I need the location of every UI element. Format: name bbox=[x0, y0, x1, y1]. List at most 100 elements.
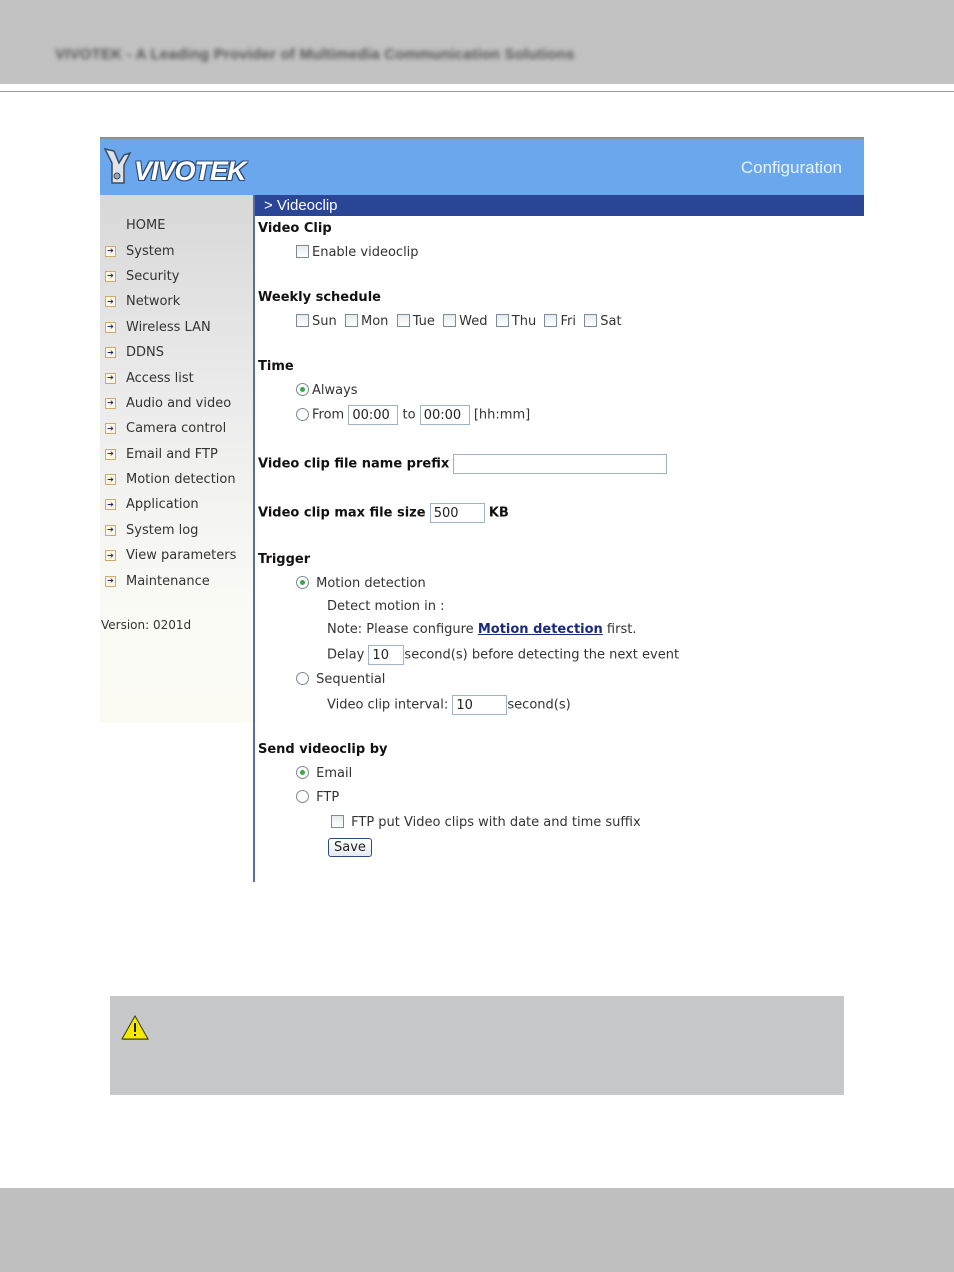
time-always-label: Always bbox=[312, 383, 358, 398]
document-tagline: VIVOTEK - A Leading Provider of Multimed… bbox=[55, 46, 575, 63]
caution-note-box bbox=[110, 996, 844, 1095]
send-by-heading: Send videoclip by bbox=[258, 742, 388, 757]
time-from-label: From bbox=[312, 407, 345, 423]
time-format-hint: [hh:mm] bbox=[473, 407, 531, 423]
sidebar-item-label: DDNS bbox=[126, 345, 164, 361]
day-checkbox-sun[interactable] bbox=[296, 314, 309, 327]
arrow-right-icon: ➔ bbox=[105, 448, 116, 460]
day-label: Wed bbox=[459, 314, 488, 329]
sidebar-item-motion-detection[interactable]: ➔ Motion detection bbox=[100, 467, 236, 492]
day-label: Fri bbox=[560, 314, 576, 329]
day-checkbox-thu[interactable] bbox=[495, 314, 509, 327]
delay-row: Delay second(s) before detecting the nex… bbox=[327, 645, 679, 665]
sidebar-item-audio-video[interactable]: ➔ Audio and video bbox=[100, 391, 236, 416]
interval-suffix: second(s) bbox=[507, 697, 571, 713]
sidebar-item-wireless-lan[interactable]: ➔ Wireless LAN bbox=[100, 315, 236, 340]
day-checkbox-sat[interactable] bbox=[584, 314, 598, 327]
arrow-right-icon: ➔ bbox=[105, 372, 116, 384]
prefix-row: Video clip file name prefix bbox=[258, 454, 668, 474]
send-email-row: Email bbox=[296, 766, 352, 781]
sidebar-item-system[interactable]: ➔ System bbox=[100, 238, 236, 263]
banner-title: Configuration bbox=[740, 158, 842, 177]
weekly-schedule-days: Sun Mon Tue Wed Thu Fri Sat bbox=[296, 314, 622, 329]
sidebar-item-ddns[interactable]: ➔ DDNS bbox=[100, 340, 236, 365]
arrow-right-icon: ➔ bbox=[105, 550, 116, 562]
day-checkbox-tue[interactable] bbox=[396, 314, 410, 327]
logo-text: VIVOTEK bbox=[134, 156, 247, 186]
warning-icon bbox=[121, 1014, 149, 1040]
sidebar-item-label: Network bbox=[126, 294, 181, 310]
day-label: Sun bbox=[312, 314, 337, 329]
enable-videoclip-label: Enable videoclip bbox=[312, 245, 419, 260]
trigger-sequential-label: Sequential bbox=[316, 672, 386, 687]
sidebar-item-label: Audio and video bbox=[126, 395, 232, 411]
ftp-suffix-checkbox[interactable] bbox=[331, 815, 344, 828]
delay-suffix: second(s) before detecting the next even… bbox=[404, 647, 680, 663]
max-size-unit: KB bbox=[488, 505, 509, 521]
document-header: VIVOTEK - A Leading Provider of Multimed… bbox=[0, 0, 954, 84]
day-checkbox-mon[interactable] bbox=[345, 314, 358, 327]
prefix-label: Video clip file name prefix bbox=[258, 456, 450, 472]
arrow-right-icon: ➔ bbox=[105, 270, 116, 282]
header-divider bbox=[0, 91, 954, 92]
sidebar-item-label: Maintenance bbox=[126, 573, 210, 589]
enable-videoclip-checkbox[interactable] bbox=[296, 245, 309, 258]
sidebar-item-home[interactable]: HOME bbox=[100, 213, 236, 238]
time-from-input[interactable] bbox=[348, 405, 399, 425]
sidebar-item-application[interactable]: ➔ Application bbox=[100, 492, 236, 517]
sidebar-item-access-list[interactable]: ➔ Access list bbox=[100, 365, 236, 390]
note-suffix: first. bbox=[602, 622, 637, 637]
send-ftp-row: FTP bbox=[296, 790, 339, 805]
delay-label: Delay bbox=[327, 647, 365, 663]
max-size-input[interactable] bbox=[429, 503, 485, 523]
arrow-right-icon: ➔ bbox=[105, 524, 116, 536]
time-heading: Time bbox=[258, 359, 294, 374]
sidebar-item-label: System log bbox=[126, 522, 199, 538]
sidebar-item-security[interactable]: ➔ Security bbox=[100, 264, 236, 289]
sidebar-item-system-log[interactable]: ➔ System log bbox=[100, 518, 236, 543]
arrow-right-icon: ➔ bbox=[105, 296, 116, 308]
motion-detection-link[interactable]: Motion detection bbox=[478, 622, 603, 637]
sidebar-item-label: Application bbox=[126, 497, 199, 513]
ftp-suffix-row: FTP put Video clips with date and time s… bbox=[331, 815, 641, 830]
vivotek-logo[interactable]: VIVOTEK bbox=[102, 147, 247, 186]
arrow-right-icon: ➔ bbox=[105, 245, 116, 257]
time-to-input[interactable] bbox=[419, 405, 470, 425]
sidebar-item-label: HOME bbox=[126, 218, 166, 234]
sidebar-item-camera-control[interactable]: ➔ Camera control bbox=[100, 416, 236, 441]
detect-motion-in-label: Detect motion in : bbox=[327, 599, 445, 614]
max-size-row: Video clip max file size KB bbox=[258, 503, 509, 523]
interval-input[interactable] bbox=[452, 695, 508, 715]
max-size-label: Video clip max file size bbox=[258, 505, 426, 521]
save-row: Save bbox=[328, 838, 372, 857]
sidebar-item-label: System bbox=[126, 243, 175, 259]
save-button[interactable]: Save bbox=[328, 838, 372, 857]
sidebar-item-maintenance[interactable]: ➔ Maintenance bbox=[100, 568, 236, 593]
sidebar-item-network[interactable]: ➔ Network bbox=[100, 289, 236, 314]
logo-mark-icon bbox=[103, 147, 132, 184]
send-ftp-radio[interactable] bbox=[296, 790, 309, 803]
day-label: Mon bbox=[361, 314, 389, 329]
interval-label: Video clip interval: bbox=[327, 697, 449, 713]
prefix-input[interactable] bbox=[453, 454, 668, 474]
delay-input[interactable] bbox=[368, 645, 405, 665]
arrow-right-icon: ➔ bbox=[105, 321, 116, 333]
sidebar-item-view-parameters[interactable]: ➔ View parameters bbox=[100, 543, 236, 568]
sidebar-item-label: Camera control bbox=[126, 421, 227, 437]
day-checkbox-wed[interactable] bbox=[443, 314, 457, 327]
enable-videoclip-row: Enable videoclip bbox=[296, 245, 419, 260]
send-email-radio[interactable] bbox=[296, 766, 309, 779]
trigger-motion-row: Motion detection bbox=[296, 576, 426, 591]
trigger-motion-radio[interactable] bbox=[296, 576, 309, 589]
arrow-right-icon: ➔ bbox=[105, 575, 116, 587]
time-from-radio[interactable] bbox=[296, 407, 309, 421]
day-checkbox-fri[interactable] bbox=[544, 314, 558, 327]
sidebar-item-email-ftp[interactable]: ➔ Email and FTP bbox=[100, 442, 236, 467]
sidebar-item-label: Wireless LAN bbox=[126, 319, 211, 335]
trigger-sequential-radio[interactable] bbox=[296, 672, 309, 685]
sidebar-item-label: View parameters bbox=[126, 548, 237, 564]
trigger-sequential-row: Sequential bbox=[296, 672, 385, 687]
note-prefix: Note: Please configure bbox=[327, 622, 478, 637]
time-always-radio[interactable] bbox=[296, 383, 309, 396]
sidebar: HOME ➔ System ➔ Security ➔ Network ➔ Wireles… bbox=[100, 195, 253, 723]
